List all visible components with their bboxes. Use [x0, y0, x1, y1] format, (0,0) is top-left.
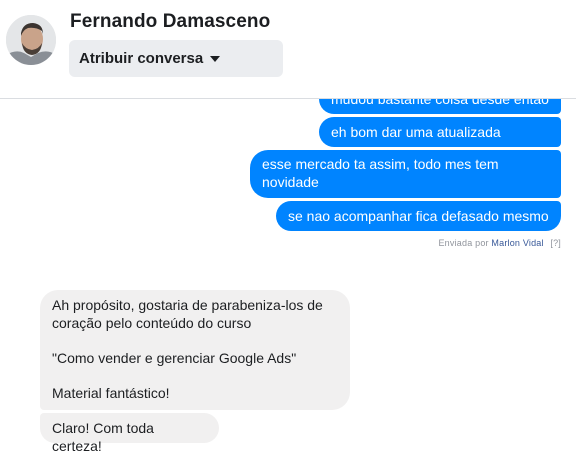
message-text: se nao acompanhar fica defasado mesmo: [288, 208, 549, 224]
sent-by-prefix: Enviada por: [438, 238, 489, 248]
outgoing-message[interactable]: eh bom dar uma atualizada mesmo: [319, 117, 561, 158]
assign-conversation-label: Atribuir conversa: [79, 50, 204, 67]
caret-down-icon: [210, 55, 221, 62]
conversation-header: Fernando Damasceno Atribuir conversa: [0, 0, 576, 99]
avatar-image: [6, 15, 56, 65]
message-text: "Como vender e gerenciar Google Ads": [52, 349, 297, 366]
outgoing-message[interactable]: esse mercado ta assim, todo mes tem novi…: [250, 150, 561, 198]
message-spacer: [52, 332, 338, 350]
sender-name-link[interactable]: Marlon Vidal: [491, 238, 543, 248]
message-text: Material fantástico!: [52, 384, 170, 401]
message-spacer: [52, 367, 338, 385]
avatar[interactable]: [6, 15, 56, 65]
sent-by-label: Enviada por Marlon Vidal [?]: [438, 238, 561, 248]
outgoing-message[interactable]: se nao acompanhar fica defasado mesmo: [276, 201, 561, 231]
assign-conversation-dropdown[interactable]: Atribuir conversa: [69, 40, 283, 77]
message-text: Ah propósito, gostaria de parabeniza-los…: [52, 297, 323, 331]
incoming-message[interactable]: Ah propósito, gostaria de parabeniza-los…: [40, 290, 350, 410]
help-icon[interactable]: [?]: [550, 238, 561, 248]
message-text: Claro! Com toda certeza!: [52, 420, 154, 454]
incoming-message[interactable]: Claro! Com toda certeza!: [40, 413, 219, 454]
contact-name: Fernando Damasceno: [70, 11, 271, 32]
message-text: esse mercado ta assim, todo mes tem novi…: [262, 156, 499, 190]
